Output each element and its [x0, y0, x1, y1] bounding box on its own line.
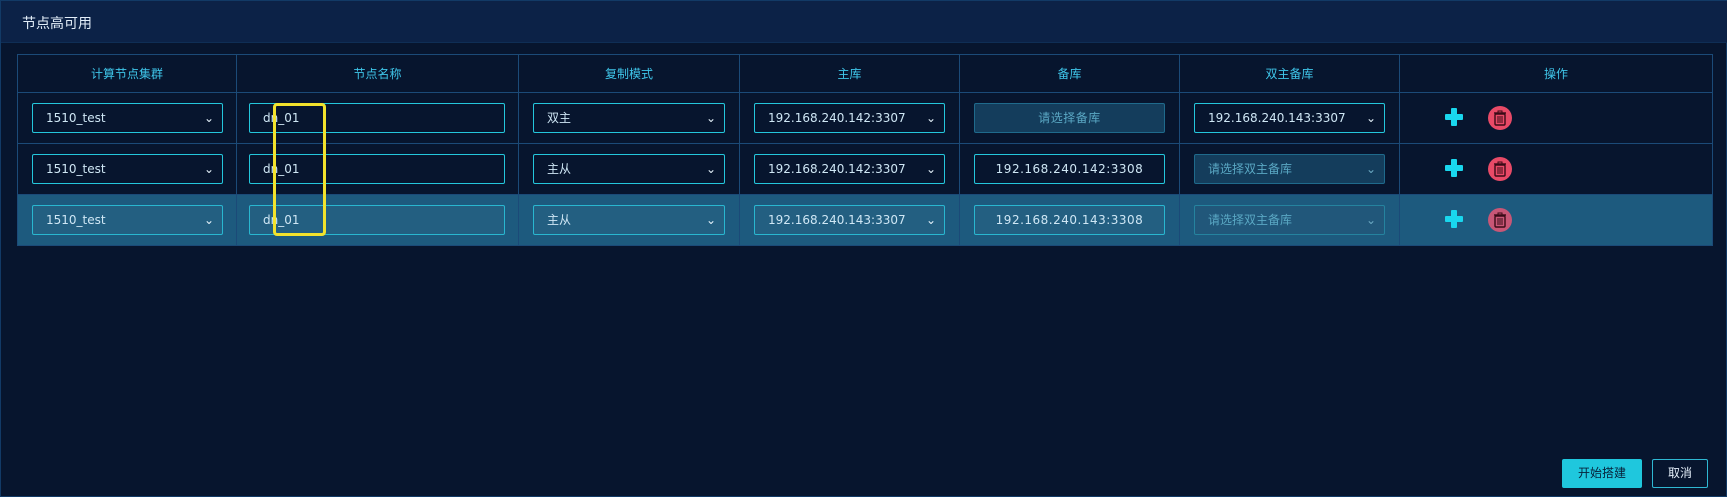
table-row: 1510_test ⌄ dn_01 双主 ⌄ 192.168.240.142:3… — [18, 93, 1712, 144]
dual-master-placeholder: 请选择双主备库 — [1208, 213, 1293, 227]
master-value: 192.168.240.143:3307 — [768, 213, 906, 227]
node-name-input[interactable]: dn_01 — [249, 103, 505, 133]
header-master: 主库 — [740, 55, 960, 93]
node-name-value: dn_01 — [263, 162, 300, 176]
dual-master-placeholder: 请选择双主备库 — [1208, 162, 1293, 176]
trash-icon[interactable] — [1488, 157, 1512, 181]
header-dual-master: 双主备库 — [1180, 55, 1400, 93]
trash-icon[interactable] — [1488, 106, 1512, 130]
chevron-down-icon: ⌄ — [925, 213, 936, 227]
header-replication-mode: 复制模式 — [519, 55, 740, 93]
master-select[interactable]: 192.168.240.142:3307 ⌄ — [754, 154, 945, 184]
cluster-select[interactable]: 1510_test ⌄ — [32, 205, 223, 235]
header-node-name: 节点名称 — [237, 55, 519, 93]
table-row: 1510_test ⌄ dn_01 主从 ⌄ 192.168.240.142:3… — [18, 144, 1712, 195]
cluster-select[interactable]: 1510_test ⌄ — [32, 154, 223, 184]
cancel-button[interactable]: 取消 — [1652, 459, 1708, 488]
cluster-value: 1510_test — [46, 162, 106, 176]
chevron-down-icon: ⌄ — [705, 213, 716, 227]
chevron-down-icon: ⌄ — [203, 213, 214, 227]
slave-value: 192.168.240.142:3308 — [995, 162, 1144, 176]
chevron-down-icon: ⌄ — [1365, 162, 1376, 176]
plus-icon[interactable] — [1442, 156, 1466, 180]
master-select[interactable]: 192.168.240.142:3307 ⌄ — [754, 103, 945, 133]
dual-master-value: 192.168.240.143:3307 — [1208, 111, 1346, 125]
slave-input[interactable]: 192.168.240.142:3308 — [974, 154, 1165, 184]
ha-table: 计算节点集群 节点名称 复制模式 主库 备库 双主备库 操作 1510_test… — [17, 54, 1713, 246]
chevron-down-icon: ⌄ — [203, 162, 214, 176]
node-name-input[interactable]: dn_01 — [249, 205, 505, 235]
node-name-input[interactable]: dn_01 — [249, 154, 505, 184]
replication-mode-select[interactable]: 主从 ⌄ — [533, 205, 725, 235]
header-slave: 备库 — [960, 55, 1180, 93]
mode-value: 主从 — [547, 162, 572, 176]
node-name-value: dn_01 — [263, 111, 300, 125]
chevron-down-icon: ⌄ — [705, 111, 716, 125]
slave-value: 192.168.240.143:3308 — [995, 213, 1144, 227]
node-ha-dialog: 节点高可用 计算节点集群 节点名称 复制模式 主库 备库 双主备库 操作 151… — [0, 0, 1727, 497]
cluster-select[interactable]: 1510_test ⌄ — [32, 103, 223, 133]
plus-icon[interactable] — [1442, 207, 1466, 231]
chevron-down-icon: ⌄ — [203, 111, 214, 125]
slave-input[interactable]: 192.168.240.143:3308 — [974, 205, 1165, 235]
chevron-down-icon: ⌄ — [705, 162, 716, 176]
dual-master-select[interactable]: 请选择双主备库 ⌄ — [1194, 154, 1385, 184]
slave-placeholder: 请选择备库 — [1038, 111, 1101, 125]
replication-mode-select[interactable]: 双主 ⌄ — [533, 103, 725, 133]
master-value: 192.168.240.142:3307 — [768, 111, 906, 125]
cluster-value: 1510_test — [46, 111, 106, 125]
master-value: 192.168.240.142:3307 — [768, 162, 906, 176]
chevron-down-icon: ⌄ — [925, 111, 936, 125]
plus-icon[interactable] — [1442, 105, 1466, 129]
node-name-value: dn_01 — [263, 213, 300, 227]
cluster-value: 1510_test — [46, 213, 106, 227]
trash-icon[interactable] — [1488, 208, 1512, 232]
master-select[interactable]: 192.168.240.143:3307 ⌄ — [754, 205, 945, 235]
header-cluster: 计算节点集群 — [18, 55, 237, 93]
table-row: 1510_test ⌄ dn_01 主从 ⌄ 192.168.240.143:3… — [18, 195, 1712, 246]
dialog-title: 节点高可用 — [22, 16, 92, 32]
start-build-button[interactable]: 开始搭建 — [1562, 459, 1642, 488]
header-actions: 操作 — [1543, 67, 1568, 81]
mode-value: 双主 — [547, 111, 572, 125]
chevron-down-icon: ⌄ — [925, 162, 936, 176]
replication-mode-select[interactable]: 主从 ⌄ — [533, 154, 725, 184]
dual-master-select[interactable]: 192.168.240.143:3307 ⌄ — [1194, 103, 1385, 133]
dialog-titlebar: 节点高可用 — [1, 1, 1727, 43]
chevron-down-icon: ⌄ — [1365, 213, 1376, 227]
dual-master-select[interactable]: 请选择双主备库 ⌄ — [1194, 205, 1385, 235]
table-header: 计算节点集群 节点名称 复制模式 主库 备库 双主备库 操作 — [18, 55, 1712, 93]
slave-input[interactable]: 请选择备库 — [974, 103, 1165, 133]
mode-value: 主从 — [547, 213, 572, 227]
chevron-down-icon: ⌄ — [1365, 111, 1376, 125]
